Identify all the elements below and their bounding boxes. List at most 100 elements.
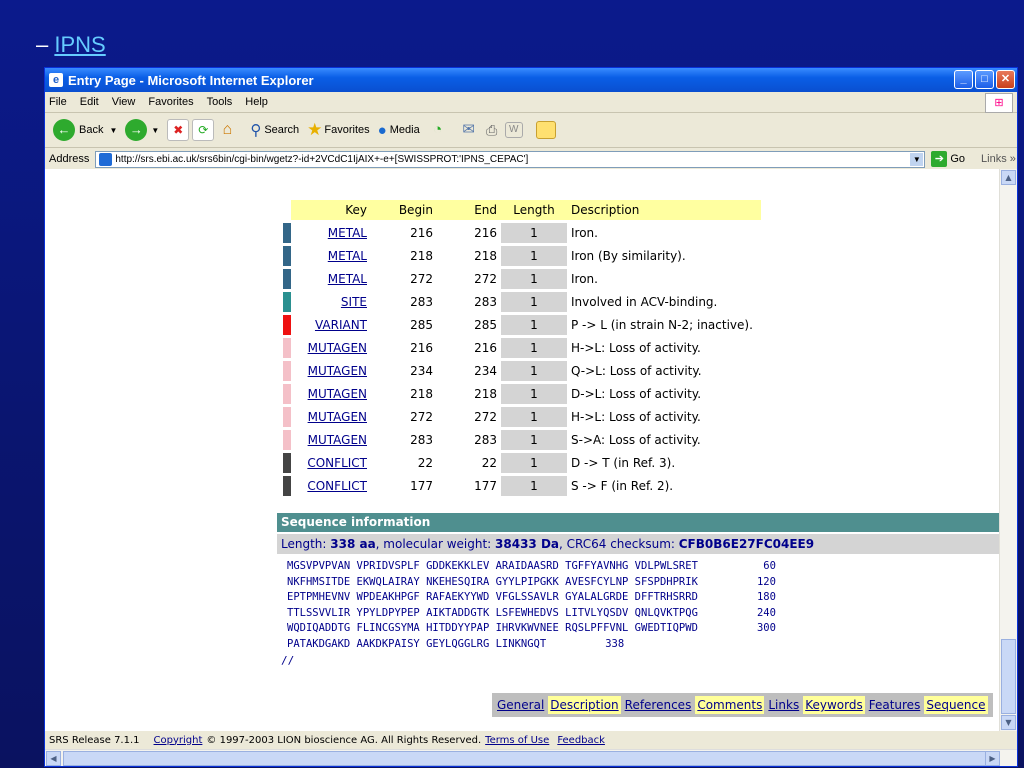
- stop-icon[interactable]: ✖: [167, 119, 190, 141]
- minimize-icon[interactable]: _: [954, 70, 973, 89]
- refresh-icon[interactable]: ⟳: [192, 119, 215, 141]
- home-icon[interactable]: ⌂: [217, 120, 237, 140]
- search-button[interactable]: ⚲ Search: [250, 121, 299, 139]
- nav-link-features[interactable]: Features: [867, 696, 923, 714]
- feature-end: 22: [481, 456, 497, 470]
- mw-label: , molecular weight:: [375, 537, 496, 551]
- nav-link-sequence[interactable]: Sequence: [924, 696, 988, 714]
- print-icon[interactable]: ⎙: [482, 120, 502, 140]
- feature-key-link[interactable]: CONFLICT: [307, 479, 367, 493]
- feature-description: S->A: Loss of activity.: [571, 433, 701, 447]
- feature-end: 216: [474, 226, 497, 240]
- sequence-residues: NKFHMSITDE EKWQLAIRAY NKEHESQIRA GYYLPIP…: [287, 575, 698, 588]
- feature-color-swatch: [283, 315, 291, 335]
- feature-begin: 216: [410, 226, 433, 240]
- links-toolbar[interactable]: Links »: [981, 153, 1016, 165]
- feature-key-link[interactable]: MUTAGEN: [308, 341, 367, 355]
- crc-value: CFB0B6E27FC04EE9: [678, 537, 815, 551]
- feature-row: CONFLICT 22 22 1 D -> T (in Ref. 3).: [283, 453, 761, 473]
- feature-key-link[interactable]: SITE: [341, 295, 367, 309]
- feature-key-link[interactable]: METAL: [328, 249, 367, 263]
- messenger-icon[interactable]: [535, 121, 556, 139]
- feature-row: METAL 216 216 1 Iron.: [283, 223, 761, 243]
- star-icon: ★: [307, 120, 323, 139]
- feature-length: 1: [501, 246, 567, 266]
- nav-link-references[interactable]: References: [623, 696, 694, 714]
- feature-key-link[interactable]: MUTAGEN: [308, 387, 367, 401]
- sequence-line: WQDIQADDTG FLINCGSYMA HITDDYYPAP IHRVKWV…: [287, 621, 776, 637]
- terms-link[interactable]: Terms of Use: [485, 735, 549, 746]
- feature-key-link[interactable]: METAL: [328, 226, 367, 240]
- feature-key-link[interactable]: MUTAGEN: [308, 364, 367, 378]
- feature-description: Iron.: [571, 226, 598, 240]
- forward-button[interactable]: → ▼: [125, 119, 159, 141]
- sequence-position: 180: [756, 591, 776, 603]
- feature-key-link[interactable]: MUTAGEN: [308, 410, 367, 424]
- nav-link-links[interactable]: Links: [766, 696, 801, 714]
- menu-view[interactable]: View: [112, 96, 136, 108]
- feature-length: 1: [501, 269, 567, 289]
- nav-link-general[interactable]: General: [495, 696, 546, 714]
- forward-arrow-icon: →: [125, 119, 148, 141]
- edit-word-icon[interactable]: W: [504, 122, 523, 138]
- menu-tools[interactable]: Tools: [207, 96, 233, 108]
- scroll-right-icon[interactable]: ▶: [985, 751, 1000, 766]
- copyright-text: © 1997-2003 LION bioscience AG. All Righ…: [206, 734, 482, 746]
- feature-length: 1: [501, 223, 567, 243]
- maximize-icon[interactable]: □: [975, 70, 994, 89]
- scroll-down-icon[interactable]: ▼: [1001, 715, 1016, 730]
- media-button[interactable]: ● Media: [378, 122, 420, 139]
- menu-help[interactable]: Help: [245, 96, 268, 108]
- nav-link-description[interactable]: Description: [548, 696, 621, 714]
- feature-row: MUTAGEN 272 272 1 H->L: Loss of activity.: [283, 407, 761, 427]
- vertical-scroll-thumb[interactable]: [1001, 639, 1016, 714]
- menu-edit[interactable]: Edit: [80, 96, 99, 108]
- back-button[interactable]: ← Back ▼: [53, 119, 117, 141]
- scroll-up-icon[interactable]: ▲: [1001, 170, 1016, 185]
- header-begin: Begin: [371, 200, 437, 220]
- address-input[interactable]: http://srs.ebi.ac.uk/srs6bin/cgi-bin/wge…: [95, 150, 926, 168]
- feature-key-link[interactable]: CONFLICT: [307, 456, 367, 470]
- length-value: 338 aa: [330, 537, 376, 551]
- feature-description: D->L: Loss of activity.: [571, 387, 702, 401]
- address-dropdown-icon[interactable]: ▼: [910, 152, 924, 166]
- features-table: Key Begin End Length Description METAL 21…: [283, 197, 761, 499]
- menu-file[interactable]: File: [49, 96, 67, 108]
- feature-length: 1: [501, 292, 567, 312]
- feature-color-swatch: [283, 338, 291, 358]
- feature-length: 1: [501, 453, 567, 473]
- ie-icon: e: [49, 73, 63, 87]
- close-icon[interactable]: ✕: [996, 70, 1015, 89]
- back-dropdown-icon[interactable]: ▼: [109, 126, 117, 135]
- feature-key-link[interactable]: VARIANT: [315, 318, 367, 332]
- mail-icon[interactable]: ✉: [459, 120, 479, 140]
- forward-dropdown-icon[interactable]: ▼: [151, 126, 159, 135]
- feature-begin: 285: [410, 318, 433, 332]
- title-bar[interactable]: e Entry Page - Microsoft Internet Explor…: [45, 68, 1017, 92]
- go-arrow-icon: ➔: [931, 151, 948, 167]
- nav-link-comments[interactable]: Comments: [695, 696, 765, 714]
- feature-description: D -> T (in Ref. 3).: [571, 456, 676, 470]
- history-icon[interactable]: ◔: [428, 120, 448, 140]
- horizontal-scroll-thumb[interactable]: [63, 751, 993, 766]
- back-label: Back: [79, 124, 104, 136]
- nav-link-keywords[interactable]: Keywords: [803, 696, 865, 714]
- features-header-row: Key Begin End Length Description: [283, 200, 761, 220]
- menu-favorites[interactable]: Favorites: [148, 96, 193, 108]
- go-button[interactable]: ➔ Go: [931, 151, 965, 167]
- copyright-link[interactable]: Copyright: [154, 735, 203, 746]
- header-end: End: [437, 200, 501, 220]
- feature-key-cell: MUTAGEN: [291, 384, 371, 404]
- ipns-link[interactable]: IPNS: [54, 32, 105, 57]
- favorites-button[interactable]: ★ Favorites: [307, 120, 370, 140]
- horizontal-scrollbar[interactable]: ◀ ▶: [45, 749, 1017, 766]
- feature-begin: 272: [410, 410, 433, 424]
- scroll-left-icon[interactable]: ◀: [46, 751, 61, 766]
- vertical-scrollbar[interactable]: ▲ ▼: [999, 169, 1017, 731]
- feature-key-link[interactable]: MUTAGEN: [308, 433, 367, 447]
- go-label: Go: [950, 153, 966, 165]
- feature-end: 177: [474, 479, 497, 493]
- feature-key-link[interactable]: METAL: [328, 272, 367, 286]
- feedback-link[interactable]: Feedback: [557, 735, 605, 746]
- address-bar: Address http://srs.ebi.ac.uk/srs6bin/cgi…: [45, 148, 1017, 171]
